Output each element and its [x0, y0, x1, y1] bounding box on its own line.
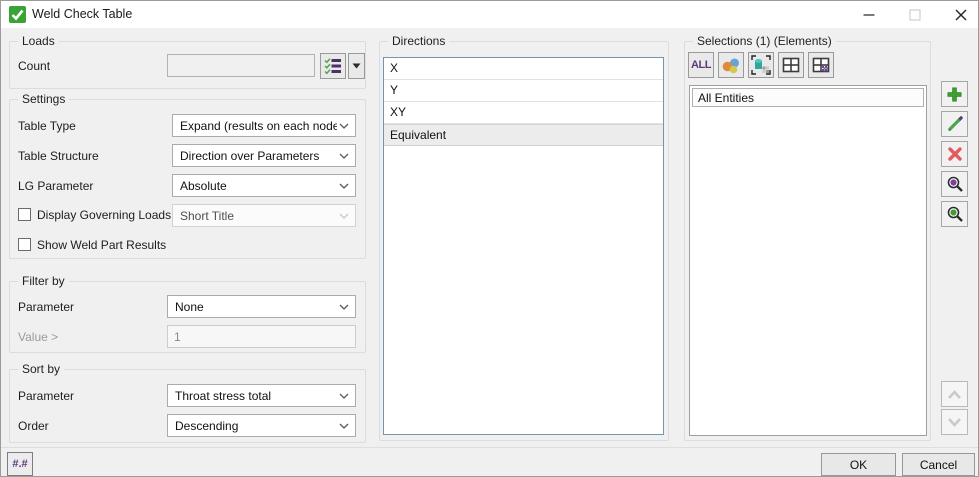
ok-button[interactable]: OK — [821, 453, 896, 476]
selection-item-all-entities[interactable]: All Entities — [692, 88, 924, 107]
sort-by-group-label: Sort by — [18, 362, 64, 377]
zoom-visible-button[interactable] — [941, 201, 968, 227]
load-dropdown-button[interactable] — [348, 53, 365, 79]
loads-group-label: Loads — [18, 34, 59, 49]
close-icon — [955, 9, 967, 21]
multi-select-list-icon — [324, 57, 342, 75]
footer-separator — [1, 447, 978, 448]
grid-icon — [781, 55, 801, 75]
dropdown-arrow-icon — [352, 63, 361, 69]
selections-group: Selections (1) (Elements) ALL — [684, 41, 931, 441]
filter-by-group-label: Filter by — [18, 274, 69, 289]
display-governing-loads-checkbox[interactable] — [18, 208, 31, 221]
count-input[interactable] — [167, 54, 315, 77]
count-label: Count — [18, 59, 50, 73]
maximize-button[interactable] — [896, 1, 933, 28]
sort-by-group: Sort by Parameter Throat stress total Or… — [9, 369, 366, 443]
titlebar: Weld Check Table — [1, 1, 978, 28]
sort-order-label: Order — [18, 419, 49, 433]
selections-group-label: Selections (1) (Elements) — [693, 34, 836, 49]
window-title: Weld Check Table — [32, 7, 132, 21]
zoom-purple-icon — [946, 175, 964, 193]
chevron-down-icon — [339, 423, 349, 429]
chevron-down-icon — [339, 213, 349, 219]
close-button[interactable] — [942, 1, 979, 28]
table-type-select[interactable]: Expand (results on each node — [172, 114, 356, 137]
zoom-selected-button[interactable] — [941, 171, 968, 197]
number-format-button[interactable]: #.# — [7, 452, 33, 476]
filter-by-group: Filter by Parameter None Value > — [9, 281, 366, 353]
lg-parameter-label: LG Parameter — [18, 179, 93, 193]
select-all-button[interactable]: ALL — [688, 52, 714, 78]
governing-loads-title-select: Short Title — [172, 204, 356, 227]
grid-view-button[interactable] — [778, 52, 804, 78]
display-governing-loads-label: Display Governing Loads — [37, 208, 171, 222]
chevron-down-icon — [339, 393, 349, 399]
table-structure-value: Direction over Parameters — [180, 149, 319, 163]
minimize-button[interactable] — [850, 1, 887, 28]
select-on-screen-icon — [751, 55, 771, 75]
zoom-green-icon — [946, 205, 964, 223]
filter-value-label: Value > — [18, 330, 58, 344]
direction-item-x[interactable]: X — [384, 58, 663, 80]
edit-selection-button[interactable] — [941, 111, 968, 137]
direction-item-equivalent[interactable]: Equivalent — [384, 124, 663, 146]
table-structure-label: Table Structure — [18, 149, 99, 163]
maximize-icon — [909, 9, 921, 21]
filter-parameter-value: None — [175, 300, 204, 314]
delete-selection-button[interactable] — [941, 141, 968, 167]
edit-pencil-icon — [946, 116, 963, 133]
minimize-icon — [863, 9, 875, 21]
show-weld-part-results-checkbox[interactable] — [18, 238, 31, 251]
move-up-icon — [946, 388, 963, 401]
settings-group-label: Settings — [18, 92, 69, 107]
filter-parameter-label: Parameter — [18, 300, 74, 314]
lg-parameter-select[interactable]: Absolute — [172, 174, 356, 197]
filter-parameter-select[interactable]: None — [167, 295, 356, 318]
sort-order-select[interactable]: Descending — [167, 414, 356, 437]
governing-loads-title-value: Short Title — [180, 209, 234, 223]
chevron-down-icon — [339, 304, 349, 310]
sort-order-value: Descending — [175, 419, 238, 433]
add-icon — [946, 86, 963, 103]
colored-entities-icon — [721, 55, 741, 75]
loads-group: Loads Count — [9, 41, 366, 89]
direction-item-xy[interactable]: XY — [384, 102, 663, 124]
chevron-down-icon — [339, 123, 349, 129]
lg-parameter-value: Absolute — [180, 179, 227, 193]
select-by-entity-button[interactable] — [718, 52, 744, 78]
all-text: ALL — [691, 59, 711, 71]
show-weld-part-results-label: Show Weld Part Results — [37, 238, 166, 252]
chevron-down-icon — [339, 153, 349, 159]
table-type-label: Table Type — [18, 119, 76, 133]
weld-check-table-dialog: Weld Check Table Loads Count Settings T — [0, 0, 979, 477]
table-type-value: Expand (results on each node — [180, 119, 337, 133]
select-on-screen-button[interactable] — [748, 52, 774, 78]
sort-parameter-select[interactable]: Throat stress total — [167, 384, 356, 407]
table-structure-select[interactable]: Direction over Parameters — [172, 144, 356, 167]
grid-fill-button[interactable] — [808, 52, 834, 78]
delete-x-icon — [947, 146, 963, 162]
settings-group: Settings Table Type Expand (results on e… — [9, 99, 366, 259]
directions-list: X Y XY Equivalent — [383, 57, 664, 435]
check-icon — [9, 6, 26, 23]
chevron-down-icon — [339, 183, 349, 189]
sort-parameter-value: Throat stress total — [175, 389, 271, 403]
directions-group: Directions X Y XY Equivalent — [379, 41, 669, 441]
selections-list: All Entities — [689, 85, 927, 436]
load-multi-select-button[interactable] — [320, 53, 346, 79]
direction-item-y[interactable]: Y — [384, 80, 663, 102]
cancel-button[interactable]: Cancel — [902, 453, 975, 476]
filter-value-input — [167, 325, 356, 348]
move-down-button[interactable] — [941, 409, 968, 435]
grid-partial-fill-icon — [811, 55, 831, 75]
move-down-icon — [946, 416, 963, 429]
move-up-button[interactable] — [941, 381, 968, 407]
sort-parameter-label: Parameter — [18, 389, 74, 403]
directions-group-label: Directions — [388, 34, 449, 49]
add-selection-button[interactable] — [941, 81, 968, 107]
